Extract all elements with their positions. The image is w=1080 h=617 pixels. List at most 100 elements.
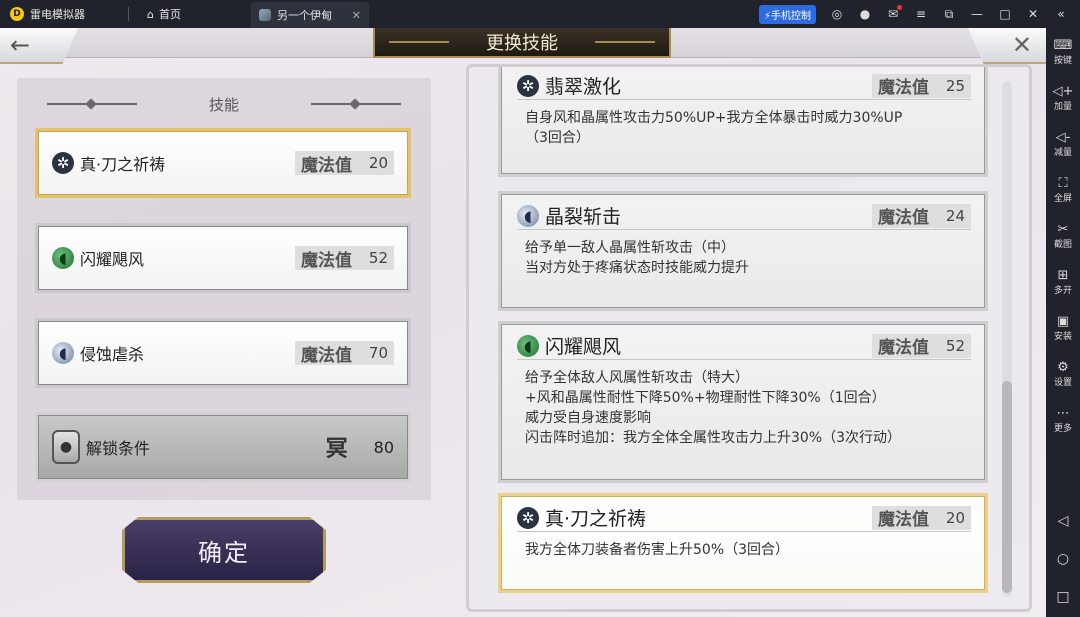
- skill-description-line: 给予全体敌人风属性斩攻击（特大）: [525, 370, 749, 386]
- volume-down-icon: ◁-: [1055, 130, 1071, 145]
- minimize-icon[interactable]: —: [970, 7, 984, 21]
- sidebar-item-label: 安装: [1053, 332, 1072, 342]
- locked-skill-slot[interactable]: ● 解锁条件 冥 80: [35, 412, 411, 482]
- mp-value: 20: [945, 508, 965, 527]
- sidebar-item-install[interactable]: ▣ 安装: [1054, 314, 1072, 350]
- sidebar-item-volume-up[interactable]: ◁+ 加量: [1053, 84, 1074, 120]
- skill-card-1[interactable]: ✲ 翡翠激化 魔法值 25 自身风和晶属性攻击力50%UP+我方全体暴击时威力3…: [498, 67, 988, 177]
- sidebar-item-label: 减量: [1053, 148, 1072, 158]
- menu-icon[interactable]: ≡: [914, 7, 928, 21]
- sidebar-item-label: 更多: [1053, 424, 1072, 434]
- home-icon: ⌂: [147, 7, 154, 21]
- skill-card-name: 真·刀之祈祷: [545, 508, 647, 530]
- sidebar-item-keys[interactable]: ⌨ 按键: [1054, 38, 1073, 74]
- fullscreen-icon: ⛶: [1058, 176, 1068, 191]
- close-icon: ✕: [1011, 31, 1032, 59]
- android-home-icon[interactable]: ○: [1057, 551, 1069, 567]
- blade-skill-icon: ✲: [517, 506, 539, 529]
- skill-list-panel[interactable]: ✲ 翡翠激化 魔法值 25 自身风和晶属性攻击力50%UP+我方全体暴击时威力3…: [466, 64, 1032, 612]
- mp-cost: 魔法值 25: [872, 73, 971, 98]
- tab-game-label: 另一个伊甸: [276, 9, 332, 22]
- skill-slot-1[interactable]: ✲ 真·刀之祈祷 魔法值 20: [35, 128, 411, 198]
- collapse-sidebar-icon[interactable]: «: [1054, 7, 1068, 21]
- tab-home[interactable]: ⌂ 首页: [137, 0, 191, 28]
- account-icon[interactable]: ●: [858, 7, 872, 21]
- skill-card-4[interactable]: ✲ 真·刀之祈祷 魔法值 20 我方全体刀装备者伤害上升50%（3回合）: [498, 493, 988, 593]
- skill-slot-name: 闪耀飓风: [80, 250, 145, 269]
- sidebar-item-label: 按键: [1053, 56, 1072, 66]
- skill-description-line: 当对方处于疼痛状态时技能威力提升: [525, 260, 749, 276]
- mp-cost: 魔法值 52: [872, 333, 971, 358]
- back-arrow-icon: ←: [10, 31, 31, 59]
- sidebar-item-label: 全屏: [1053, 194, 1072, 204]
- crystal-skill-icon: ◖: [52, 342, 74, 364]
- skill-description-line: 闪击阵时追加：我方全体全属性攻击力上升30%（3次行动）: [525, 430, 902, 446]
- skill-slot-2[interactable]: ◖ 闪耀飓风 魔法值 52: [35, 223, 411, 293]
- skill-description-line: 我方全体刀装备者伤害上升50%（3回合）: [525, 542, 790, 558]
- sidebar-item-more[interactable]: ⋯ 更多: [1054, 406, 1072, 442]
- skill-slot-3[interactable]: ◖ 侵蚀虐杀 魔法值 70: [35, 318, 411, 388]
- more-icon: ⋯: [1056, 406, 1070, 421]
- multi-open-icon: ⊞: [1057, 268, 1069, 283]
- mp-cost: 魔法值 20: [295, 151, 394, 176]
- mp-value: 52: [945, 336, 965, 355]
- skill-description: 给予单一敌人晶属性斩攻击（中） 当对方处于疼痛状态时技能威力提升: [517, 230, 971, 278]
- confirm-button[interactable]: 确定: [122, 517, 326, 583]
- close-tab-icon[interactable]: ✕: [352, 9, 361, 22]
- mp-label: 魔法值: [878, 510, 929, 530]
- mail-icon[interactable]: ✉: [886, 5, 902, 21]
- mp-value: 52: [368, 249, 388, 267]
- game-app-icon: [258, 9, 271, 21]
- mp-cost: 魔法值 20: [872, 505, 971, 530]
- skill-card-name: 闪耀飓风: [545, 336, 622, 358]
- volume-up-icon: ◁+: [1052, 84, 1074, 99]
- skill-slot-name: 真·刀之祈祷: [80, 155, 166, 174]
- skill-description-line: 威力受自身速度影响: [525, 410, 651, 426]
- close-window-icon[interactable]: ✕: [1026, 7, 1040, 21]
- tab-home-label: 首页: [158, 8, 181, 21]
- tab-game[interactable]: 另一个伊甸 ✕: [250, 2, 369, 28]
- phone-control-button[interactable]: ⚡手机控制: [758, 4, 816, 24]
- skill-description-line: 给予单一敌人晶属性斩攻击（中）: [525, 240, 735, 256]
- skill-card-header: ✲ 翡翠激化 魔法值 25: [517, 72, 971, 100]
- skill-card-3[interactable]: ◖ 闪耀飓风 魔法值 52 给予全体敌人风属性斩攻击（特大） +风和晶属性耐性下…: [498, 321, 988, 483]
- sidebar-item-volume-down[interactable]: ◁- 减量: [1054, 130, 1072, 166]
- close-button[interactable]: ✕: [968, 28, 1046, 64]
- mp-label: 魔法值: [301, 155, 352, 176]
- gamepad-icon[interactable]: ◎: [830, 7, 844, 21]
- sidebar-item-label: 截图: [1053, 240, 1072, 250]
- crystal-skill-icon: ◖: [517, 204, 539, 227]
- page-title: 更换技能: [486, 33, 558, 54]
- maximize-icon[interactable]: □: [998, 7, 1012, 21]
- skill-slot-name: 侵蚀虐杀: [80, 345, 145, 364]
- sidebar-item-fullscreen[interactable]: ⛶ 全屏: [1054, 176, 1072, 212]
- blade-skill-icon: ✲: [517, 74, 539, 97]
- sidebar-item-screenshot[interactable]: ✂ 截图: [1054, 222, 1072, 258]
- app-name: 雷电模拟器: [30, 8, 85, 21]
- unlock-requirement: 冥 80: [326, 431, 394, 463]
- sidebar-item-multi-open[interactable]: ⊞ 多开: [1054, 268, 1072, 304]
- back-button[interactable]: ←: [0, 28, 78, 64]
- skill-description: 我方全体刀装备者伤害上升50%（3回合）: [517, 532, 971, 560]
- skill-card-header: ◖ 闪耀飓风 魔法值 52: [517, 332, 971, 360]
- unlock-value: 80: [373, 437, 394, 457]
- mp-value: 24: [945, 206, 965, 225]
- sidebar-item-label: 加量: [1053, 102, 1072, 112]
- divider: [128, 7, 129, 21]
- android-recents-icon[interactable]: □: [1056, 589, 1069, 605]
- sidebar-item-settings[interactable]: ⚙ 设置: [1054, 360, 1072, 396]
- emulator-sidebar: ⌨ 按键 ◁+ 加量 ◁- 减量 ⛶ 全屏 ✂ 截图 ⊞ 多开 ▣ 安装 ⚙ 设…: [1046, 28, 1080, 617]
- mp-value: 20: [368, 154, 388, 172]
- wind-skill-icon: ◖: [517, 334, 539, 357]
- android-back-icon[interactable]: ◁: [1058, 513, 1069, 529]
- skill-description-line: +风和晶属性耐性下降50%+物理耐性下降30%（1回合）: [525, 390, 886, 406]
- confirm-label: 确定: [198, 538, 250, 567]
- mp-label: 魔法值: [301, 345, 352, 366]
- restore-icon[interactable]: ⧉: [942, 7, 956, 22]
- scrollbar[interactable]: [1002, 81, 1012, 597]
- rank-icon: 冥: [325, 437, 348, 462]
- scrollbar-thumb[interactable]: [1002, 381, 1012, 593]
- keyboard-icon: ⌨: [1053, 38, 1073, 53]
- phone-control-label: 手机控制: [771, 10, 811, 22]
- skill-card-2[interactable]: ◖ 晶裂斩击 魔法值 24 给予单一敌人晶属性斩攻击（中） 当对方处于疼痛状态时…: [498, 191, 988, 311]
